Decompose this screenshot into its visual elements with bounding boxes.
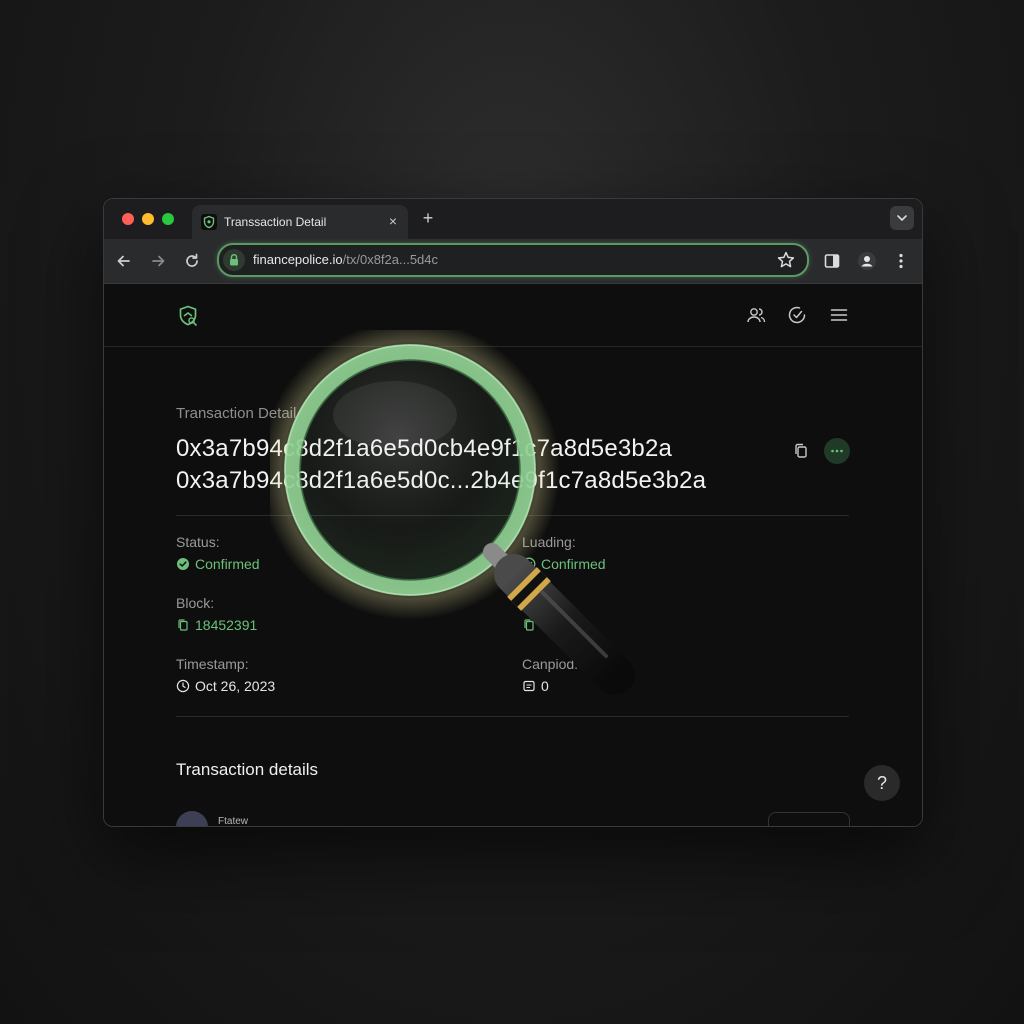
tab-search-button[interactable] [890,206,914,230]
hash-part: ...2b4e9f1c7a8d5e3b2a [449,467,707,494]
check-circle-icon [522,557,536,571]
block-label: Block: [176,595,215,611]
help-button[interactable]: ? [864,765,900,801]
hidden-field-icon [522,617,541,633]
more-icon [831,449,843,453]
timestamp-label: Timestamp: [176,656,249,672]
star-icon[interactable] [775,249,797,271]
block-value[interactable]: 18452391 [176,617,257,633]
profile-icon[interactable] [856,250,878,272]
divider [176,716,849,717]
loading-value: Confirmed [522,556,606,572]
tab-title: Transsaction Detail [224,215,327,229]
url-text: financepolice.io/tx/0x8f2a...5d4c [253,252,438,267]
list-item-action[interactable] [768,812,850,826]
tab-close-icon[interactable]: × [384,212,402,230]
copy-icon [178,619,188,631]
status-label: Status: [176,534,220,550]
site-header [104,284,922,347]
page-content: Transaction Detail 0x3a7b94c8d2f1a6e5d0c… [104,284,922,826]
clock-check-icon[interactable] [786,304,808,326]
hash-part: 4c8d2f1a6e5d0c [269,435,450,462]
page-breadcrumb: Transaction Detail [176,405,297,422]
hash-part: b4e9f1c7a8d5e3b2a [449,435,673,462]
canpiod-label: Canpiod: [522,656,579,672]
browser-window: Transsaction Detail × + financepolice.io… [103,198,923,827]
loading-label: Luading: [522,534,576,550]
status-text: Confirmed [195,556,260,572]
list-item-label: Ftatew [218,816,249,827]
hamburger-menu-icon[interactable] [828,304,850,326]
url-host: financepolice.io [253,252,343,267]
canpiod-value: 0 [522,678,549,694]
new-tab-button[interactable]: + [418,208,438,228]
block-number: 18452391 [195,617,258,633]
chevron-down-icon [897,215,907,221]
divider [176,515,849,516]
canpiod-text: 0 [541,678,549,694]
more-actions-button[interactable] [824,438,850,464]
users-icon[interactable] [745,304,767,326]
tx-hash-line-2: 0x3a7b94c8d2f1a6e5d0c...2b4e9f1c7a8d5e3b… [176,467,706,495]
avatar [176,811,208,826]
hash-icon [523,680,535,692]
timestamp-value: Oct 26, 2023 [176,678,275,694]
loading-text: Confirmed [541,556,606,572]
close-window-button[interactable] [122,213,134,225]
kebab-menu-icon[interactable] [890,250,912,272]
back-arrow-icon[interactable] [113,250,135,272]
browser-toolbar: financepolice.io/tx/0x8f2a...5d4c [104,239,922,284]
address-bar[interactable]: financepolice.io/tx/0x8f2a...5d4c [217,243,809,277]
section-title: Transaction details [176,760,319,779]
tx-hash-line-1: 0x3a7b94c8d2f1a6e5d0cb4e9f1c7a8d5e3b2a [176,435,672,463]
shield-favicon-icon [201,214,217,230]
status-value: Confirmed [176,556,260,572]
check-circle-icon [177,558,189,570]
copy-icon [524,619,534,631]
tab-strip: Transsaction Detail × + [104,199,922,239]
side-panel-icon[interactable] [821,250,843,272]
minimize-window-button[interactable] [142,213,154,225]
copy-icon[interactable] [792,442,810,460]
shield-logo-icon[interactable] [176,304,200,328]
forward-arrow-icon[interactable] [147,250,169,272]
maximize-window-button[interactable] [162,213,174,225]
hash-part: 0x3a7b9 [176,467,270,494]
url-path: /tx/0x8f2a...5d4c [342,252,439,267]
clock-icon [176,679,190,693]
reload-icon[interactable] [181,250,203,272]
hash-part: 0x3a7b9 [176,435,270,462]
site-info-button[interactable] [223,249,245,271]
lock-icon [230,253,238,266]
timestamp-text: Oct 26, 2023 [195,678,276,694]
hash-part: 4c8d2f1a6e5d0c [269,467,450,494]
tab-transaction-detail[interactable]: Transsaction Detail × [192,205,408,239]
